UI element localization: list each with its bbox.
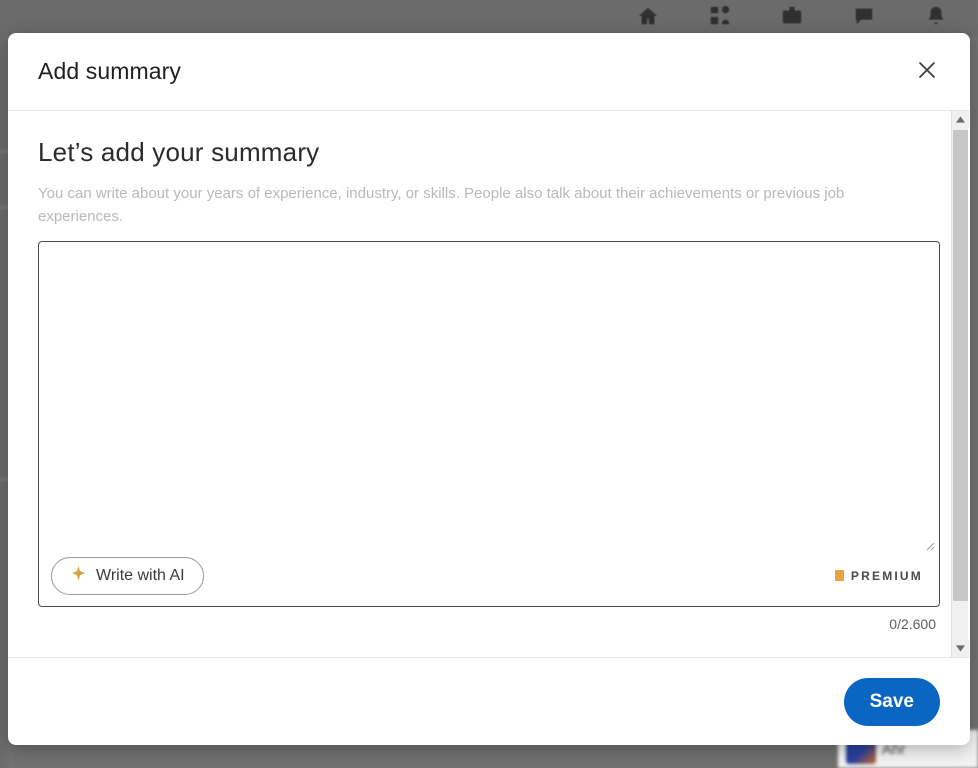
save-button[interactable]: Save bbox=[843, 677, 940, 726]
nav-item-jobs[interactable] bbox=[756, 0, 828, 36]
summary-field-container: Write with AI PREMIUM bbox=[38, 240, 940, 607]
jobs-icon bbox=[781, 5, 803, 32]
network-icon bbox=[709, 5, 731, 32]
scrollbar-down-arrow-icon[interactable] bbox=[951, 640, 969, 657]
nav-item-my-network[interactable] bbox=[684, 0, 756, 36]
modal-footer: Save bbox=[8, 657, 970, 745]
modal-body: Let’s add your summary You can write abo… bbox=[8, 111, 970, 657]
messaging-icon bbox=[853, 5, 875, 32]
premium-badge: PREMIUM bbox=[834, 568, 923, 583]
summary-description: You can write about your years of experi… bbox=[38, 185, 845, 226]
scrollbar-up-arrow-icon[interactable] bbox=[951, 111, 969, 128]
summary-input[interactable] bbox=[39, 241, 939, 546]
modal-title: Add summary bbox=[38, 58, 181, 84]
nav-item-notifications[interactable] bbox=[900, 0, 972, 36]
close-icon-button[interactable] bbox=[906, 51, 948, 93]
add-summary-modal: Add summary Let’s add your summary You c… bbox=[8, 33, 970, 745]
write-with-ai-button[interactable]: Write with AI bbox=[51, 556, 204, 595]
modal-header: Add summary bbox=[8, 33, 970, 111]
premium-label: PREMIUM bbox=[850, 568, 923, 583]
scrollbar-track[interactable] bbox=[952, 128, 969, 640]
character-counter: 0/2.600 bbox=[889, 615, 936, 632]
field-footer: Write with AI PREMIUM bbox=[39, 546, 939, 606]
home-icon bbox=[637, 5, 659, 32]
nav-item-messaging[interactable] bbox=[828, 0, 900, 36]
close-icon bbox=[915, 58, 939, 85]
sparkle-icon bbox=[70, 565, 87, 587]
modal-scrollbar[interactable] bbox=[951, 111, 969, 657]
nav-item-home[interactable] bbox=[612, 0, 684, 36]
global-navbar bbox=[0, 0, 978, 36]
page-title: Let’s add your summary bbox=[38, 137, 320, 167]
premium-icon bbox=[834, 570, 844, 581]
scrollbar-thumb[interactable] bbox=[952, 130, 968, 602]
write-with-ai-label: Write with AI bbox=[96, 566, 185, 584]
notifications-icon bbox=[925, 5, 947, 32]
